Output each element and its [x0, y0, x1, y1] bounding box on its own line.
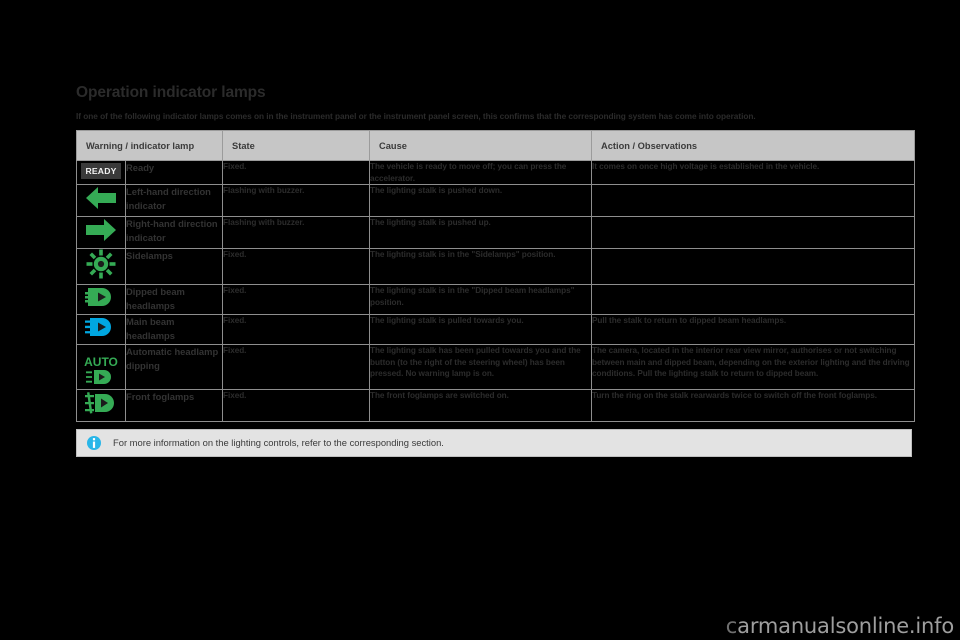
- ready-badge-icon: READY: [81, 163, 121, 179]
- lamp-cause: The lighting stalk is pushed down.: [369, 184, 593, 218]
- lamp-icon-cell: [76, 248, 126, 286]
- column-header-state: State: [222, 130, 371, 161]
- arrow-right-icon: [85, 217, 117, 243]
- lamp-cause: The lighting stalk is pulled towards you…: [369, 314, 593, 346]
- lamp-state: Fixed.: [222, 389, 371, 423]
- lamp-name: Sidelamps: [124, 248, 224, 286]
- table-row: Left-hand direction indicator Flashing w…: [76, 184, 916, 218]
- lamp-icon-cell: [76, 184, 126, 218]
- lamp-action: Turn the ring on the stalk rearwards twi…: [591, 389, 916, 423]
- auto-headlamp-dipping-icon: AUTO: [81, 354, 121, 385]
- lamp-state: Fixed.: [222, 248, 371, 286]
- lamp-cause: The front foglamps are switched on.: [369, 389, 593, 423]
- site-watermark: carmanualsonline.info: [726, 614, 954, 638]
- lamp-state: Fixed.: [222, 344, 371, 391]
- column-header-lamp: Warning / indicator lamp: [75, 130, 224, 161]
- dipped-beam-icon: [84, 285, 118, 309]
- table-header-row: Warning / indicator lamp State Cause Act…: [75, 130, 916, 161]
- lamp-state: Flashing with buzzer.: [222, 216, 371, 250]
- lamp-icon-cell: [76, 314, 126, 346]
- lamp-action: The camera, located in the interior rear…: [591, 344, 916, 391]
- sidelamps-icon: [86, 249, 116, 279]
- lamp-state: Fixed.: [222, 284, 371, 316]
- table-row: Main beam headlamps Fixed. The lighting …: [76, 314, 916, 346]
- page-content: Operation indicator lamps If one of the …: [75, 84, 916, 458]
- watermark-text: armanualsonline.info: [737, 614, 954, 638]
- lamp-cause: The lighting stalk is in the "Dipped bea…: [369, 284, 593, 316]
- page-subtitle: If one of the following indicator lamps …: [76, 111, 756, 121]
- table-row: AUTO Automatic headlamp dipping Fixed. T: [76, 344, 916, 391]
- watermark-prefix: c: [725, 614, 738, 638]
- page-title: Operation indicator lamps: [76, 84, 266, 101]
- lamp-cause: The vehicle is ready to move off; you ca…: [369, 159, 593, 186]
- lamp-name: Dipped beam headlamps: [124, 284, 224, 316]
- manual-page: Operation indicator lamps If one of the …: [0, 0, 960, 640]
- lamp-name: Main beam headlamps: [124, 314, 224, 346]
- lamp-icon-cell: [76, 284, 126, 316]
- lamp-action: Pull the stalk to return to dipped beam …: [591, 314, 916, 346]
- lamp-name: Right-hand direction indicator: [124, 216, 224, 250]
- lamp-state: Fixed.: [222, 314, 371, 346]
- lamp-name: Front foglamps: [124, 389, 224, 423]
- lamp-name: Automatic headlamp dipping: [124, 344, 224, 391]
- table-row: Sidelamps Fixed. The lighting stalk is i…: [76, 248, 916, 286]
- lamp-name: Left-hand direction indicator: [124, 184, 224, 218]
- lamp-icon-cell: AUTO: [76, 344, 126, 391]
- lamp-action: [591, 284, 916, 316]
- table-row: Right-hand direction indicator Flashing …: [76, 216, 916, 250]
- lamp-icon-cell: READY: [76, 159, 126, 186]
- column-header-action: Action / Observations: [591, 130, 916, 161]
- table-row: Front foglamps Fixed. The front foglamps…: [76, 389, 916, 423]
- table-row: Dipped beam headlamps Fixed. The lightin…: [76, 284, 916, 316]
- footnote-text: For more information on the lighting con…: [113, 437, 444, 449]
- auto-label: AUTO: [84, 355, 118, 369]
- lamp-action: [591, 248, 916, 286]
- lamp-action: [591, 216, 916, 250]
- info-icon: [87, 436, 101, 451]
- arrow-left-icon: [85, 185, 117, 211]
- table-row: READY Ready Fixed. The vehicle is ready …: [76, 159, 916, 186]
- lamp-cause: The lighting stalk has been pulled towar…: [369, 344, 593, 391]
- front-foglamps-icon: [84, 390, 118, 416]
- table-body: READY Ready Fixed. The vehicle is ready …: [76, 159, 916, 423]
- footnote-bar: For more information on the lighting con…: [76, 429, 912, 458]
- lamp-icon-cell: [76, 216, 126, 250]
- lamp-action: [591, 184, 916, 218]
- lamp-state: Flashing with buzzer.: [222, 184, 371, 218]
- main-beam-icon: [84, 315, 118, 339]
- lamp-name: Ready: [124, 159, 224, 186]
- column-header-cause: Cause: [369, 130, 593, 161]
- lamp-state: Fixed.: [222, 159, 371, 186]
- lamp-icon-cell: [76, 389, 126, 423]
- lamp-action: It comes on once high voltage is establi…: [591, 159, 916, 186]
- lamp-cause: The lighting stalk is in the "Sidelamps"…: [369, 248, 593, 286]
- lamp-cause: The lighting stalk is pushed up.: [369, 216, 593, 250]
- indicator-lamp-table: Warning / indicator lamp State Cause Act…: [75, 130, 916, 423]
